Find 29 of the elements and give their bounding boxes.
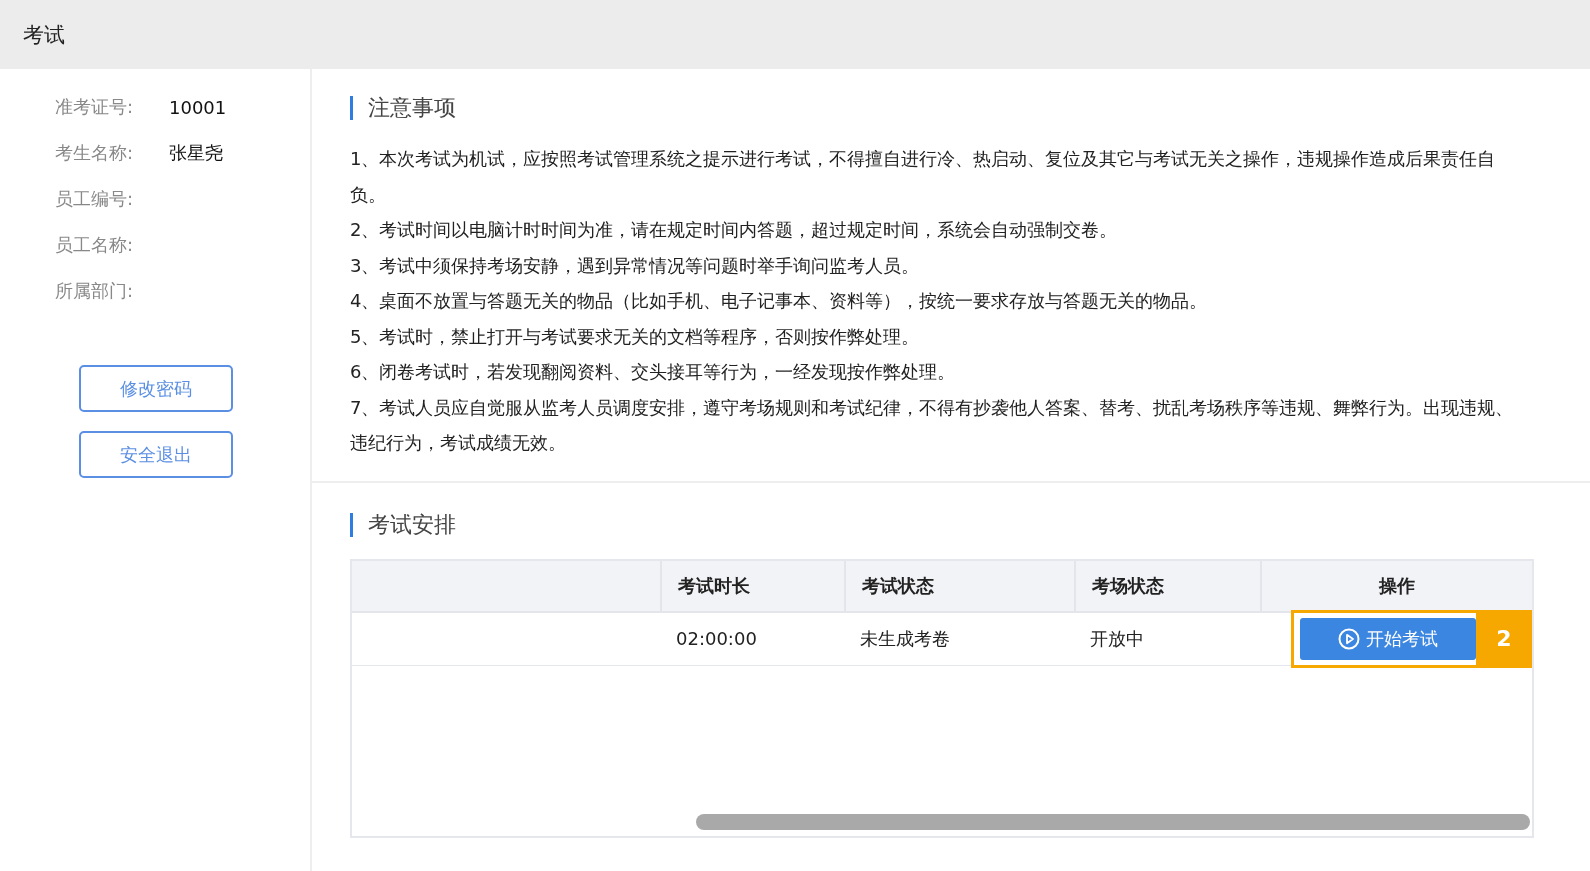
field-label: 考生名称:: [55, 141, 135, 165]
field-label: 准考证号:: [55, 95, 135, 119]
logout-button[interactable]: 安全退出: [79, 431, 233, 478]
table-cell-text: 02:00:00: [675, 627, 758, 651]
notice-item: 2、考试时间以电脑计时时间为准，请在规定时间内答题，超过规定时间，系统会自动强制交卷。: [350, 218, 1119, 242]
table-cell-text: 未生成考卷: [859, 626, 951, 651]
table-cell-text: 开放中: [1089, 626, 1145, 651]
window-title: 考试: [23, 21, 65, 49]
notice-item: 1、本次考试为机试，应按照考试管理系统之提示进行考试，不得擅自进行冷、热启动、复位及其它与考试无关之操作，违规操作造成后果责任自负。: [350, 147, 1497, 207]
start-exam-button[interactable]: 开始考试: [1300, 617, 1476, 660]
play-icon: [1338, 627, 1360, 650]
notice-item: 4、桌面不放置与答题无关的物品（比如手机、电子记事本、资料等），按统一要求存放与答题无关的物品。: [350, 289, 1209, 313]
column-header: 考场状态: [1074, 560, 1260, 611]
step-badge: 2: [1476, 609, 1532, 668]
notice-item: 6、闭卷考试时，若发现翻阅资料、交头接耳等行为，一经发现按作弊处理。: [350, 360, 957, 384]
field-label: 所属部门:: [55, 279, 135, 303]
field-label: 员工名称:: [55, 233, 135, 257]
notice-item: 3、考试中须保持考场安静，遇到异常情况等问题时举手询问监考人员。: [350, 253, 921, 278]
notice-item: 7、考试人员应自觉服从监考人员调度安排，遵守考场规则和考试纪律，不得有抄袭他人答案、替考、扰乱考场秩序等违规、舞弊行为。出现违规、违纪行为，考试成绩无效。: [350, 395, 1515, 455]
notice-item: 5、考试时，禁止打开与考试要求无关的文档等程序，否则按作弊处理。: [350, 324, 921, 349]
field-value: 10001: [169, 96, 227, 118]
change-password-button[interactable]: 修改密码: [79, 365, 233, 412]
column-header: 考试时长: [660, 560, 844, 611]
field-value: 张星尧: [169, 141, 223, 165]
column-header: 考试状态: [844, 560, 1074, 611]
field-label: 员工编号:: [55, 187, 135, 211]
scrollbar-thumb[interactable]: [696, 813, 1530, 830]
section-title: 注意事项: [350, 96, 1552, 120]
section-title: 考试安排: [350, 512, 1552, 537]
